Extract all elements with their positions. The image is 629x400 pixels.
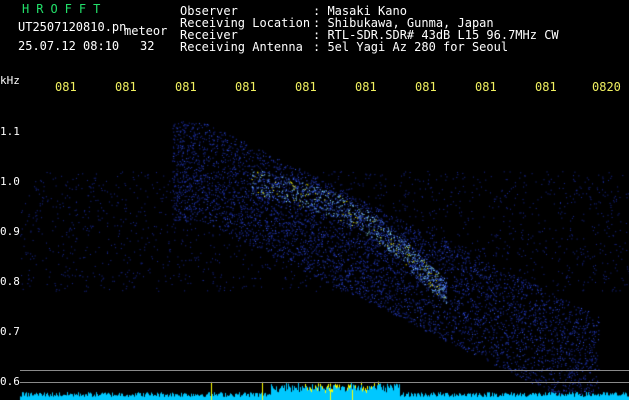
x-tick-label: 081	[415, 80, 437, 94]
baseline-marker	[20, 382, 629, 383]
y-tick-label: 1.0	[0, 175, 20, 188]
x-tick-label: 081	[55, 80, 77, 94]
x-tick-label: 081	[355, 80, 377, 94]
count-label: 32	[140, 39, 155, 53]
timestamp-label: 25.07.12 08:10	[18, 39, 120, 53]
y-axis-unit-label: kHz	[0, 74, 20, 87]
y-tick-label: 0.7	[0, 325, 20, 338]
spectrogram-canvas	[0, 0, 629, 400]
x-tick-label: 081	[535, 80, 557, 94]
class-label: meteor	[124, 24, 168, 38]
x-tick-label: 0820	[592, 80, 621, 94]
baseline-marker	[20, 370, 629, 371]
x-tick-label: 081	[115, 80, 137, 94]
x-tick-label: 081	[235, 80, 257, 94]
filename-label: UT2507120810.pn	[18, 20, 127, 34]
x-tick-label: 081	[175, 80, 197, 94]
y-tick-label: 0.8	[0, 275, 20, 288]
x-tick-label: 081	[475, 80, 497, 94]
x-tick-label: 081	[295, 80, 317, 94]
software-title: HROFFT	[22, 2, 108, 16]
field-value-antenna: : 5el Yagi Az 280 for Seoul	[313, 40, 509, 54]
y-tick-label: 0.6	[0, 375, 20, 388]
y-tick-label: 1.1	[0, 125, 20, 138]
y-tick-label: 0.9	[0, 225, 20, 238]
field-label-antenna: Receiving Antenna	[180, 40, 303, 54]
